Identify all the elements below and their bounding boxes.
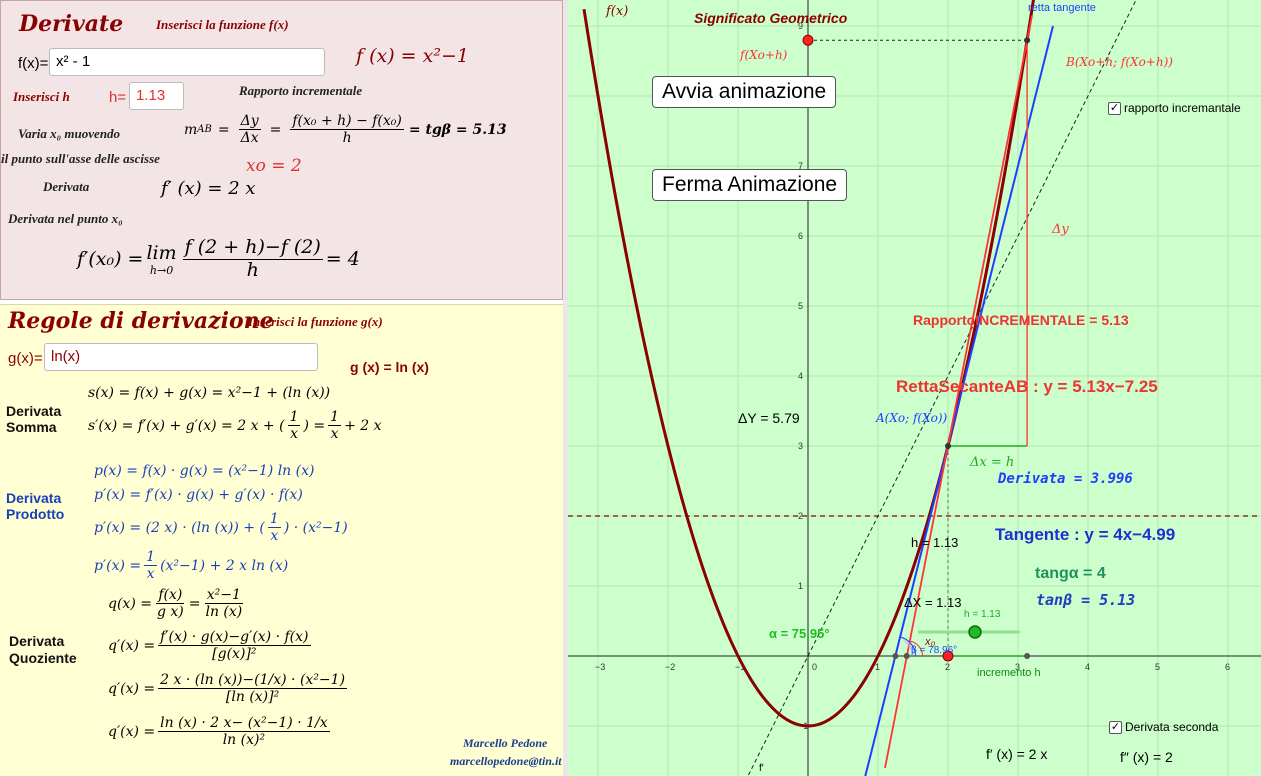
fprime-curve-label: f′ — [759, 763, 764, 774]
rapporto-label: Rapporto incrementale — [239, 83, 363, 98]
tang-alpha: tangα = 4 — [1035, 565, 1106, 582]
point-b-label: B(Xo+h; f(Xo+h)) — [1065, 55, 1173, 69]
regole-title: Regole di derivazione — [8, 308, 274, 334]
f-input[interactable]: x² - 1 — [49, 48, 325, 76]
x-tick-label: 5 — [1155, 662, 1160, 672]
derivata-value: Derivata = 3.996 — [997, 471, 1133, 487]
fsecond-text: f″ (x) = 2 — [1120, 749, 1173, 765]
quoziente-derivative-2: q′(x) = 2 x · (ln (x))−(1/x) · (x²−1) [ln… — [108, 672, 348, 706]
prodotto-derivative-2: p′(x) = (2 x) · (ln (x)) + ( 1x ) · (x²−… — [94, 511, 348, 545]
start-animation-button[interactable]: Avvia animazione — [652, 76, 837, 108]
h-value: h = 1.13 — [911, 535, 958, 550]
prodotto-label-1: Derivata — [6, 490, 62, 506]
prodotto-derivative-1: p′(x) = f′(x) · g(x) + g′(x) · f(x) — [94, 487, 303, 503]
derivate-panel: Derivate Inserisci la funzione f(x) f(x)… — [0, 0, 563, 300]
prodotto-derivative-3: p′(x) = 1x (x²−1) + 2 x ln (x) — [94, 549, 289, 583]
x0-label: x₀ — [924, 636, 936, 648]
somma-expr: s(x) = f(x) + g(x) = x²−1 + (ln (x)) — [88, 385, 331, 401]
point-x0-plus-h — [1024, 653, 1031, 659]
derivata-seconda-checkbox[interactable]: ✓ Derivata seconda — [1109, 720, 1218, 734]
tangent-equation: Tangente : y = 4x−4.99 — [995, 525, 1175, 544]
graphics-view[interactable]: −3 −2 −1 0 1 2 3 4 5 6 9 7 6 5 4 3 2 1 −1 Significato Geome… — [568, 0, 1261, 776]
f-display: f (x) = x²−1 — [356, 45, 469, 67]
author: Marcello Pedone — [463, 736, 548, 750]
x-tick-label: 6 — [1225, 662, 1230, 672]
incremento-label: incremento h — [977, 667, 1041, 679]
fxoh-label: f(Xo+h) — [739, 48, 788, 62]
point-fxoh — [802, 34, 814, 46]
prodotto-label-2: Prodotto — [6, 506, 65, 522]
insert-h-label: Inserisci h — [13, 89, 70, 104]
y-tick-label: 6 — [798, 231, 803, 241]
derivata-expr: f′ (x) = 2 x — [161, 178, 256, 199]
checkbox-checked-icon[interactable]: ✓ — [1109, 720, 1122, 734]
quoziente-label-1: Derivata — [9, 633, 65, 649]
h-slider-handle — [968, 625, 982, 639]
somma-derivative: s′(x) = f′(x) + g′(x) = 2 x + ( 1x ) = 1… — [88, 409, 382, 443]
f-curve-label: f(x) — [605, 4, 628, 19]
graph-canvas[interactable]: −3 −2 −1 0 1 2 3 4 5 697654321−1Significato Geome… — [568, 0, 1261, 776]
prodotto-expr: p(x) = f(x) · g(x) = (x²−1) ln (x) — [94, 463, 315, 479]
y-tick-label: 5 — [798, 301, 803, 311]
graph-title: Significato Geometrico — [694, 10, 848, 26]
rapporto-formula: m AB = Δy Δx = f(x₀ + h) − f(x₀) h = tgβ = … — [184, 113, 507, 147]
secant-equation: RettaSecanteAB : y = 5.13x−7.25 — [896, 377, 1158, 396]
point-a — [945, 443, 951, 449]
stop-animation-button[interactable]: Ferma Animazione — [652, 169, 848, 201]
quoziente-derivative-3: q′(x) = ln (x) · 2 x− (x²−1) · 1/x ln (x)… — [108, 715, 330, 749]
x-tick-label: −2 — [665, 662, 675, 672]
varia-label: Varia x₀ muovendo — [18, 126, 121, 141]
derivata-punto-label: Derivata nel punto x₀ — [8, 211, 123, 226]
point-a-label: A(Xo; f(Xo)) — [875, 411, 948, 425]
fprime-text: f′ (x) = 2 x — [986, 746, 1047, 762]
punto-label: il punto sull'asse delle ascisse — [1, 151, 160, 166]
author-email: marcellopedone@tin.it — [450, 754, 562, 768]
insert-g-label: Inserisci la funzione g(x) — [248, 314, 383, 329]
panel-title: Derivate — [19, 11, 124, 37]
tan-beta: tanβ = 5.13 — [1036, 591, 1135, 609]
tangent-label: retta tangente — [1028, 2, 1096, 14]
delta-x-label: Δx = h — [969, 455, 1014, 470]
g-input-label: g(x)= — [8, 350, 43, 367]
rapporto-incrementale-label: RapportoINCREMENTALE = 5.13 — [913, 312, 1129, 328]
y-tick-label: 3 — [798, 441, 803, 451]
y-tick-label: 4 — [798, 371, 803, 381]
h-input-label: h= — [109, 89, 127, 106]
x-tick-label: −3 — [595, 662, 605, 672]
x-tick-label: 2 — [945, 662, 950, 672]
delta-y-label: Δy — [1051, 222, 1069, 237]
rapporto-checkbox[interactable]: ✓ rapporto incremantale — [1108, 101, 1241, 115]
point-tangent-root — [892, 653, 899, 659]
checkbox-checked-icon[interactable]: ✓ — [1108, 101, 1121, 115]
insert-f-label: Inserisci la funzione f(x) — [156, 17, 289, 32]
somma-label-1: Derivata — [6, 403, 62, 419]
g-input[interactable]: ln(x) — [44, 343, 318, 371]
regole-panel: Regole di derivazione Inserisci la funzi… — [0, 304, 563, 776]
delta-X-value: ΔX = 1.13 — [904, 595, 961, 610]
derivata-label: Derivata — [43, 179, 90, 194]
quoziente-label-2: Quoziente — [9, 650, 77, 666]
delta-Y-value: ΔY = 5.79 — [738, 410, 800, 426]
y-tick-label: 1 — [798, 581, 803, 591]
somma-label-2: Somma — [6, 419, 57, 435]
quoziente-derivative-1: q′(x) = f′(x) · g(x)−g′(x) · f(x) [g(x)]² — [108, 629, 311, 663]
f-input-label: f(x)= — [18, 55, 49, 72]
x-tick-label: 4 — [1085, 662, 1090, 672]
slider-label: h = 1.13 — [964, 609, 1001, 620]
point-secant-root — [903, 653, 910, 659]
tangent-line — [864, 25, 1054, 776]
g-display: g (x) = ln (x) — [350, 359, 429, 375]
point-b — [1024, 37, 1031, 44]
xo-value: xo = 2 — [246, 156, 302, 176]
quoziente-expr: q(x) = f(x) g x) = x²−1 ln (x) — [108, 587, 243, 621]
x-tick-label: 0 — [812, 662, 817, 672]
limit-formula: f′(x₀) = lim h→0 f (2 + h)−f (2) h = 4 — [77, 236, 360, 281]
alpha-label: α = 75.95° — [769, 626, 830, 641]
h-input[interactable]: 1.13 — [129, 82, 184, 110]
